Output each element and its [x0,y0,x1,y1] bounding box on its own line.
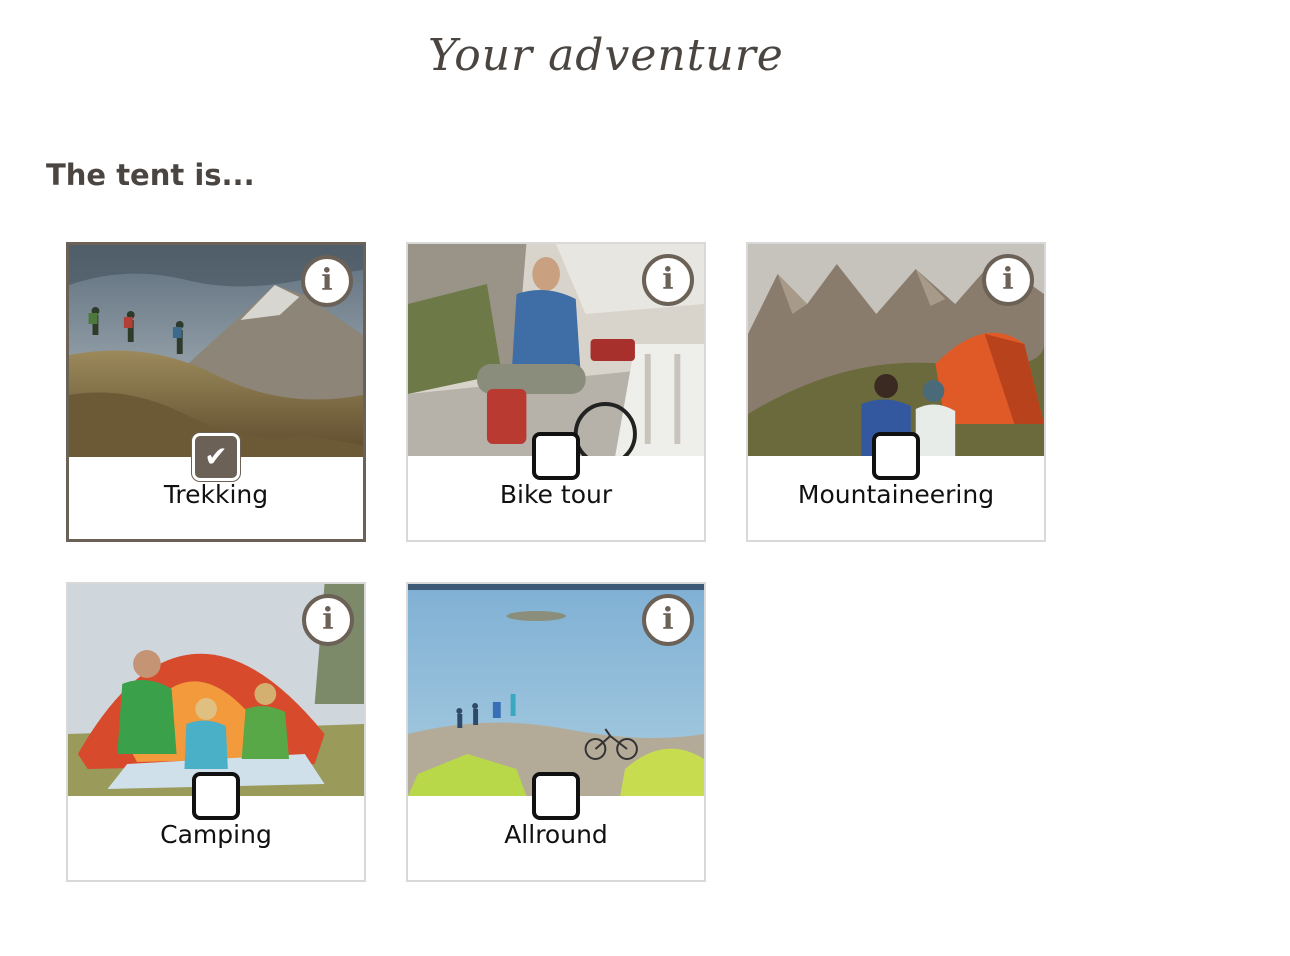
option-card-allround[interactable]: i Allround [406,582,706,882]
option-label-camping: Camping [160,820,272,849]
info-icon: i [321,263,333,298]
option-label-trekking: Trekking [163,480,269,509]
option-card-bike-tour[interactable]: i Bike tour [406,242,706,542]
page-title: Your adventure [428,30,784,81]
mountaineering-checkbox[interactable] [872,432,920,480]
option-label-mountaineering: Mountaineering [797,480,995,509]
info-icon: i [322,602,334,637]
option-card-camping[interactable]: i Camping [66,582,366,882]
allround-checkbox[interactable] [532,772,580,820]
mountaineering-info-button[interactable]: i [982,254,1034,306]
activity-options-grid: i ✔ Trekking i Bike tour i Mountaineerin… [66,242,1046,882]
info-icon: i [1002,262,1014,297]
question-heading: The tent is... [46,158,255,192]
info-icon: i [662,262,674,297]
trekking-checkbox[interactable]: ✔ [192,433,240,481]
option-card-trekking[interactable]: i ✔ Trekking [66,242,366,542]
camping-checkbox[interactable] [192,772,240,820]
option-label-bike-tour: Bike tour [499,480,613,509]
bike-tour-info-button[interactable]: i [642,254,694,306]
bike-tour-checkbox[interactable] [532,432,580,480]
info-icon: i [662,602,674,637]
trekking-info-button[interactable]: i [301,255,353,307]
option-card-mountaineering[interactable]: i Mountaineering [746,242,1046,542]
allround-info-button[interactable]: i [642,594,694,646]
option-label-allround: Allround [504,820,608,849]
checkmark-icon: ✔ [204,440,228,473]
camping-info-button[interactable]: i [302,594,354,646]
